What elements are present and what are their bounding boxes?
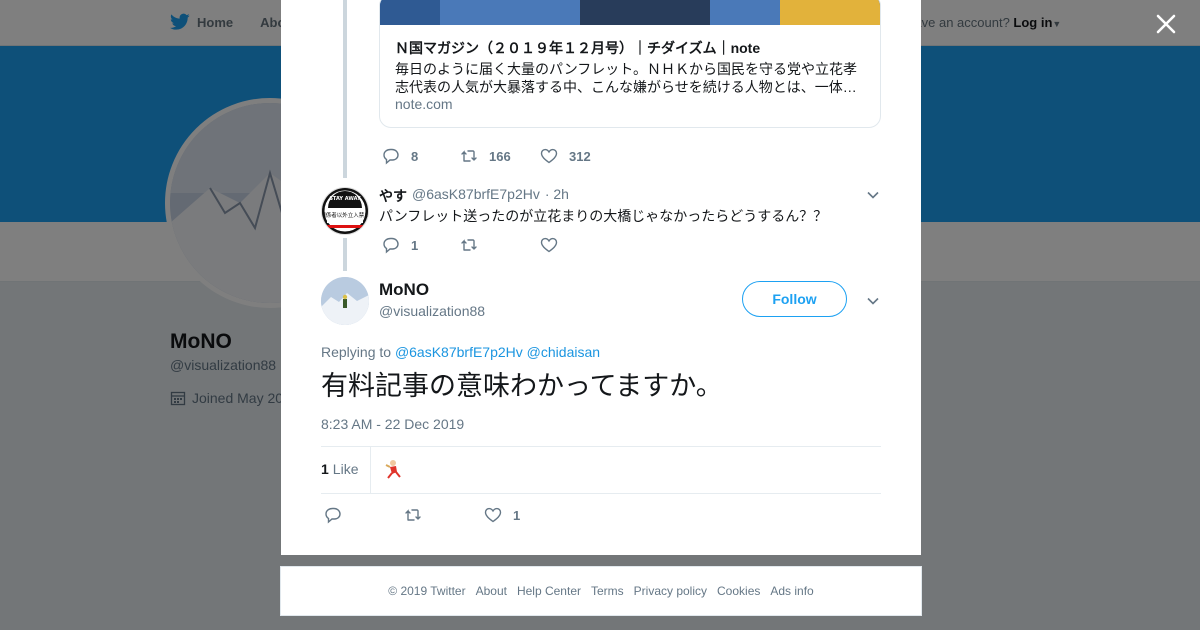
- card-description: 毎日のように届く大量のパンフレット。ＮＨＫから国民を守る党や立花孝志代表の人気が…: [395, 61, 857, 95]
- divider: [370, 447, 371, 493]
- card-domain: note.com: [395, 96, 453, 112]
- like-count: 312: [569, 148, 591, 164]
- reply-header: やす @6asK87brfE7p2Hv · 2h: [379, 186, 569, 206]
- reply-avatar[interactable]: STAY AWAY 関係者以外立入禁止: [321, 187, 369, 235]
- reply-time[interactable]: · 2h: [545, 186, 569, 206]
- reply-icon: [325, 507, 341, 524]
- link-card[interactable]: Ｎ国マガジン（２０１９年１２月号）｜チダイズム｜note 毎日のように届く大量の…: [379, 0, 881, 128]
- reply-icon: [383, 237, 399, 254]
- like-action[interactable]: [539, 235, 569, 255]
- footer-link-about[interactable]: About: [476, 584, 507, 598]
- reply-text: パンフレット送ったのが立花まりの大橋じゃなかったらどうするん？？: [379, 208, 828, 224]
- tweet-author-name[interactable]: MoNO: [379, 280, 429, 300]
- heart-icon: [540, 148, 558, 164]
- like-count: 1: [513, 507, 521, 523]
- like-action[interactable]: 312: [539, 146, 591, 166]
- like-stat-label: Like: [332, 461, 359, 477]
- reply-tweet-actions: 1: [381, 235, 569, 255]
- card-image: [380, 0, 880, 25]
- chevron-down-icon[interactable]: [866, 294, 880, 308]
- card-tweet-actions: 8 166 312: [381, 146, 591, 166]
- retweet-count: 166: [489, 148, 511, 164]
- mountain-photo: [321, 277, 369, 325]
- reply-author-handle[interactable]: @6asK87brfE7p2Hv: [412, 186, 540, 206]
- chevron-down-icon[interactable]: [866, 188, 880, 202]
- footer-copyright: © 2019 Twitter: [388, 584, 466, 598]
- tweet-author-handle[interactable]: @visualization88: [379, 303, 485, 319]
- thread-connector: [343, 0, 347, 178]
- divider: [321, 446, 881, 447]
- heart-icon: [484, 507, 502, 523]
- badge-text: 関係者以外立入禁止: [322, 211, 368, 219]
- tweet-timestamp[interactable]: 8:23 AM - 22 Dec 2019: [321, 416, 464, 432]
- reply-icon: [383, 148, 399, 165]
- liker-avatar-image: [382, 457, 406, 481]
- tweet-actions: 1: [323, 505, 520, 525]
- footer: © 2019 Twitter About Help Center Terms P…: [280, 566, 922, 616]
- retweet-icon: [461, 239, 477, 251]
- reply-action[interactable]: 1: [381, 235, 459, 255]
- retweet-action[interactable]: [403, 505, 483, 525]
- tweet-permalink-modal: Ｎ国マガジン（２０１９年１２月号）｜チダイズム｜note 毎日のように届く大量の…: [281, 0, 921, 555]
- replying-user-link[interactable]: @chidaisan: [527, 344, 600, 360]
- like-stats[interactable]: 1 Like: [321, 461, 358, 477]
- heart-icon: [540, 237, 558, 253]
- replying-to: Replying to @6asK87brfE7p2Hv @chidaisan: [321, 344, 600, 360]
- reply-action[interactable]: 8: [381, 146, 459, 166]
- footer-link-help[interactable]: Help Center: [517, 584, 581, 598]
- tweet-text: 有料記事の意味わかってますか。: [321, 371, 723, 401]
- liker-avatar[interactable]: [382, 457, 406, 481]
- retweet-action[interactable]: [459, 235, 539, 255]
- footer-link-terms[interactable]: Terms: [591, 584, 624, 598]
- retweet-action[interactable]: 166: [459, 146, 539, 166]
- reply-action[interactable]: [323, 505, 403, 525]
- footer-link-ads[interactable]: Ads info: [770, 584, 813, 598]
- like-stat-count: 1: [321, 461, 329, 477]
- divider: [321, 493, 881, 494]
- tweet-author-avatar[interactable]: [321, 277, 369, 325]
- close-icon[interactable]: [1154, 12, 1178, 36]
- retweet-icon: [461, 150, 477, 162]
- footer-link-privacy[interactable]: Privacy policy: [634, 584, 707, 598]
- replying-user-link[interactable]: @6asK87brfE7p2Hv: [395, 344, 523, 360]
- replying-label: Replying to: [321, 344, 392, 360]
- reply-count: 1: [411, 237, 419, 253]
- reply-count: 8: [411, 148, 419, 164]
- reply-author-name[interactable]: やす: [379, 186, 407, 206]
- thread-connector: [343, 238, 347, 271]
- badge-top-text: STAY AWAY: [329, 196, 361, 202]
- footer-link-cookies[interactable]: Cookies: [717, 584, 760, 598]
- stay-away-badge: STAY AWAY 関係者以外立入禁止: [322, 188, 368, 234]
- retweet-icon: [405, 509, 421, 521]
- card-title: Ｎ国マガジン（２０１９年１２月号）｜チダイズム｜note: [395, 40, 761, 56]
- follow-button[interactable]: Follow: [742, 281, 847, 317]
- like-action[interactable]: 1: [483, 505, 520, 525]
